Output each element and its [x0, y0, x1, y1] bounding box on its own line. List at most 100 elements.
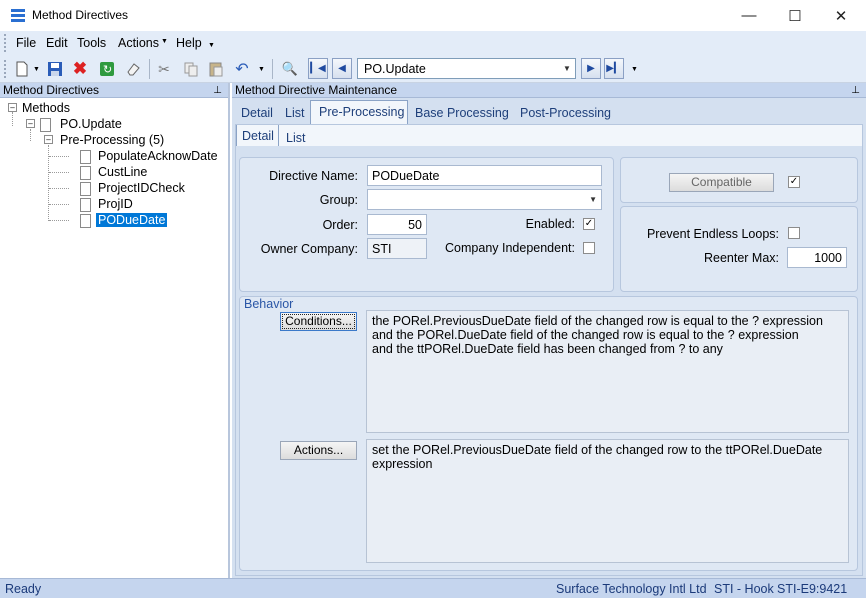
tree-item[interactable]: ProjID	[98, 197, 133, 211]
menu-overflow-icon[interactable]: ▼	[208, 42, 215, 49]
menu-file[interactable]: File	[16, 36, 36, 50]
toolbar-grip	[4, 60, 7, 78]
window-title: Method Directives	[32, 8, 129, 22]
tree-group[interactable]: Pre-Processing (5)	[60, 133, 164, 147]
previous-record-button[interactable]: ◀	[332, 58, 352, 79]
status-ready: Ready	[5, 582, 42, 596]
toolbar-separator	[272, 59, 273, 79]
right-panel: Method Directive Maintenance ⊥ Detail Li…	[232, 83, 866, 578]
actions-dropdown-icon: ▼	[161, 38, 168, 45]
actions-line: expression	[372, 457, 433, 471]
app-icon	[10, 8, 26, 23]
tree-item[interactable]: ProjectIDCheck	[98, 181, 185, 195]
enabled-label: Enabled:	[525, 217, 575, 231]
directive-name-field[interactable]: PODueDate	[367, 165, 602, 186]
minimize-icon[interactable]: —	[726, 0, 772, 31]
conditions-line: and the PORel.DueDate field of the chang…	[372, 328, 799, 342]
directive-icon	[80, 150, 91, 164]
actions-text[interactable]: set the PORel.PreviousDueDate field of t…	[366, 439, 849, 563]
group-label: Group:	[319, 193, 358, 207]
conditions-line: the PORel.PreviousDueDate field of the c…	[372, 314, 823, 328]
tab-post-processing[interactable]: Post-Processing	[520, 106, 611, 120]
last-record-button[interactable]: ▶▎	[604, 58, 624, 79]
company-independent-checkbox[interactable]	[583, 242, 595, 254]
compatible-button[interactable]: Compatible	[669, 173, 774, 192]
new-icon[interactable]	[11, 58, 33, 80]
tab-pre-processing[interactable]: Pre-Processing	[310, 100, 408, 124]
expander-method[interactable]: –	[26, 119, 35, 128]
directive-name-label: Directive Name:	[269, 169, 358, 183]
refresh-icon[interactable]: ↻	[96, 58, 118, 80]
status-company: Surface Technology Intl Ltd	[556, 582, 707, 596]
directive-icon	[80, 166, 91, 180]
tree-item[interactable]: PopulateAcknowDate	[98, 149, 218, 163]
maximize-icon[interactable]: ☐	[772, 0, 818, 31]
chevron-down-icon[interactable]: ▼	[589, 195, 597, 204]
delete-icon[interactable]: ✖	[69, 58, 91, 80]
record-nav-combo[interactable]: PO.Update ▼	[357, 58, 576, 79]
directive-icon	[80, 182, 91, 196]
expander-methods[interactable]: –	[8, 103, 17, 112]
paste-icon[interactable]	[205, 58, 227, 80]
pin-icon[interactable]: ⊥	[851, 83, 860, 98]
tree-item-selected[interactable]: PODueDate	[96, 213, 168, 227]
first-record-button[interactable]: ▎◀	[308, 58, 328, 79]
method-icon	[40, 118, 51, 132]
tree-method[interactable]: PO.Update	[60, 117, 122, 131]
reenter-max-field[interactable]: 1000	[787, 247, 847, 268]
right-panel-title: Method Directive Maintenance	[235, 83, 398, 97]
clear-icon[interactable]	[122, 58, 144, 80]
conditions-text[interactable]: the PORel.PreviousDueDate field of the c…	[366, 310, 849, 433]
tab-base-processing[interactable]: Base Processing	[415, 106, 509, 120]
conditions-line: and the ttPORel.DueDate field has been c…	[372, 342, 723, 356]
menu-actions[interactable]: Actions	[118, 36, 159, 50]
undo-icon[interactable]: ↶	[231, 58, 253, 80]
tree-root-methods[interactable]: Methods	[22, 101, 70, 115]
menu-edit[interactable]: Edit	[46, 36, 68, 50]
tree-item[interactable]: CustLine	[98, 165, 147, 179]
subtab-list[interactable]: List	[286, 131, 305, 145]
status-site: STI - Hook	[714, 582, 774, 596]
owner-company-field: STI	[367, 238, 427, 259]
new-dropdown-icon[interactable]: ▼	[33, 66, 40, 73]
tab-detail[interactable]: Detail	[241, 106, 273, 120]
order-label: Order:	[322, 218, 358, 232]
company-independent-label: Company Independent:	[445, 241, 575, 255]
tab-list[interactable]: List	[285, 106, 304, 120]
next-record-button[interactable]: ▶	[581, 58, 601, 79]
pin-icon[interactable]: ⊥	[213, 83, 222, 98]
subtab-detail[interactable]: Detail	[236, 125, 279, 146]
chevron-down-icon[interactable]: ▼	[559, 59, 575, 78]
menu-tools[interactable]: Tools	[77, 36, 106, 50]
group-select[interactable]: ▼	[367, 189, 602, 210]
save-icon[interactable]	[44, 58, 66, 80]
menu-help[interactable]: Help	[176, 36, 202, 50]
menu-bar: File Edit Tools Actions ▼ Help ▼	[0, 31, 866, 55]
actions-line: set the PORel.PreviousDueDate field of t…	[372, 443, 823, 457]
expander-group[interactable]: –	[44, 135, 53, 144]
search-icon[interactable]: 🔍	[279, 58, 301, 80]
left-panel-title: Method Directives	[3, 83, 100, 97]
directive-icon	[80, 214, 91, 228]
cut-icon[interactable]: ✂	[153, 58, 175, 80]
order-field[interactable]: 50	[367, 214, 427, 235]
directive-icon	[80, 198, 91, 212]
prevent-loops-checkbox[interactable]	[788, 227, 800, 239]
left-panel: Method Directives ⊥ – Methods – PO.Updat…	[0, 83, 230, 578]
behavior-title: Behavior	[244, 297, 294, 311]
svg-text:↻: ↻	[103, 63, 112, 76]
actions-button[interactable]: Actions...	[280, 441, 357, 460]
undo-dropdown-icon[interactable]: ▼	[258, 66, 265, 73]
conditions-button[interactable]: Conditions...	[280, 312, 357, 331]
enabled-checkbox[interactable]: ✓	[583, 218, 595, 230]
compatible-checkbox[interactable]: ✓	[788, 176, 800, 188]
close-icon[interactable]: ✕	[818, 0, 864, 31]
toolbar-overflow-icon[interactable]: ▼	[631, 66, 638, 73]
right-panel-header: Method Directive Maintenance ⊥	[232, 83, 866, 98]
copy-icon[interactable]	[180, 58, 202, 80]
status-bar: Ready Surface Technology Intl Ltd STI - …	[0, 578, 866, 598]
title-bar: Method Directives — ☐ ✕	[0, 0, 866, 31]
toolbar-separator	[149, 59, 150, 79]
reenter-max-label: Reenter Max:	[703, 251, 779, 265]
left-panel-header: Method Directives ⊥	[0, 83, 228, 98]
